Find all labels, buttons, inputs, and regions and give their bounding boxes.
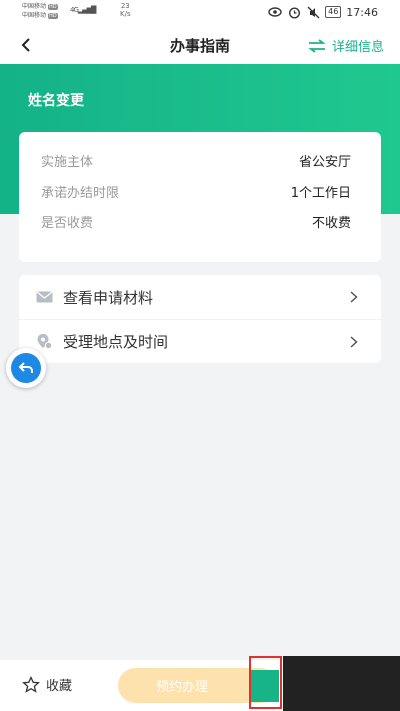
floating-return-button[interactable]	[6, 348, 46, 388]
chevron-right-icon	[347, 335, 361, 348]
battery-level: 46	[328, 7, 339, 16]
info-row-implementer: 实施主体 省公安厅	[41, 151, 351, 170]
star-icon	[22, 675, 40, 693]
swap-icon	[308, 38, 326, 53]
network-speed-unit: K/s	[120, 10, 131, 18]
info-card: 实施主体 省公安厅 承诺办结时限 1个工作日 是否收费 不收费	[19, 132, 381, 262]
detail-info-label: 详细信息	[331, 40, 384, 55]
location-time-row[interactable]: 受理地点及时间	[19, 319, 381, 363]
info-label: 实施主体	[41, 155, 94, 170]
eye-icon	[268, 5, 282, 19]
view-materials-row[interactable]: 查看申请材料	[19, 275, 381, 319]
view-materials-label: 查看申请材料	[63, 288, 154, 307]
link-card: 查看申请材料 受理地点及时间	[19, 275, 381, 363]
book-appointment-label: 预约办理	[156, 680, 209, 695]
signal-icon: 4G▂▄▆█	[70, 6, 96, 14]
alarm-icon	[287, 5, 301, 19]
info-label: 承诺办结时限	[41, 186, 120, 201]
carrier-info: 中国移动 HD 中国移动 HD	[22, 2, 58, 20]
info-row-time-limit: 承诺办结时限 1个工作日	[41, 182, 351, 201]
detail-info-button[interactable]: 详细信息	[308, 36, 384, 55]
favorite-button[interactable]: 收藏	[22, 675, 72, 694]
obscured-region	[283, 656, 400, 711]
network-speed: 23 K/s	[120, 2, 131, 18]
status-icons: 46 17:46	[268, 5, 378, 19]
mute-icon	[306, 5, 320, 19]
chevron-right-icon	[347, 291, 361, 303]
return-arrow-icon	[11, 353, 41, 383]
mail-icon	[35, 288, 53, 306]
highlight-box	[249, 656, 282, 709]
carrier-2-hd-badge: HD	[48, 12, 58, 19]
carrier-2-label: 中国移动	[22, 12, 47, 19]
battery-icon: 46	[325, 6, 342, 18]
carrier-1-hd-badge: HD	[48, 3, 58, 10]
info-label: 是否收费	[41, 216, 94, 231]
favorite-label: 收藏	[46, 679, 73, 694]
carrier-1-label: 中国移动	[22, 3, 47, 10]
info-value: 1个工作日	[290, 186, 351, 201]
clock-time: 17:46	[346, 5, 378, 19]
nav-bar: 办事指南 详细信息	[0, 26, 400, 64]
location-time-label: 受理地点及时间	[63, 333, 169, 351]
network-type: 4G	[70, 6, 79, 14]
location-icon	[35, 333, 53, 351]
service-title: 姓名变更	[28, 93, 84, 109]
info-value: 不收费	[311, 216, 351, 231]
status-bar: 中国移动 HD 中国移动 HD 4G▂▄▆█ 23 K/s 46 17:46	[0, 0, 400, 26]
network-speed-value: 23	[120, 2, 130, 10]
info-value: 省公安厅	[298, 155, 351, 170]
info-row-fee: 是否收费 不收费	[41, 212, 351, 231]
